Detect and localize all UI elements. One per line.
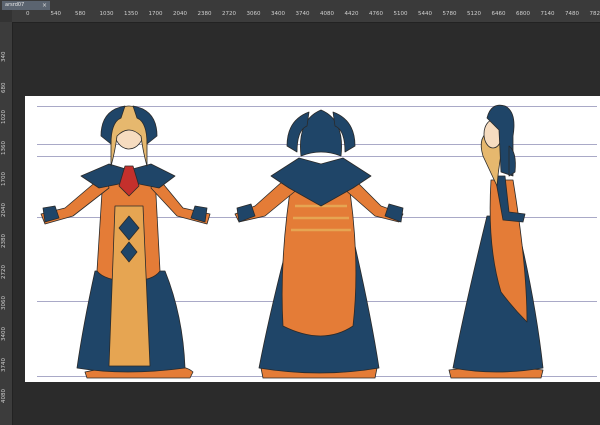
- ruler-tick-label: 2720: [1, 265, 7, 279]
- ruler-tick-label: 340: [1, 51, 7, 63]
- ruler-tick-label: 580: [75, 11, 86, 17]
- ruler-tick-label: 7820: [589, 11, 600, 17]
- ruler-tick-label: 1350: [124, 11, 138, 17]
- vertical-ruler[interactable]: 340 680 1020 1360 1700 2040 2380 2720 3060 3400 37…: [0, 22, 13, 425]
- ruler-tick-label: 6800: [516, 11, 530, 17]
- ruler-tick-label: 1360: [1, 141, 7, 155]
- ruler-tick-label: 3400: [1, 327, 7, 341]
- ruler-tick-label: 6460: [491, 11, 506, 17]
- ruler-tick-label: 7140: [540, 11, 555, 17]
- ruler-tick-label: 4080: [1, 389, 7, 403]
- character-turnaround-artwork: [40, 104, 544, 379]
- ruler-tick-label: 4420: [344, 11, 359, 17]
- close-icon[interactable]: ×: [42, 1, 47, 10]
- ruler-tick-label: 2380: [1, 234, 7, 248]
- ruler-tick-label: 5100: [393, 11, 408, 17]
- ruler-tick-label: 5440: [418, 11, 432, 17]
- ruler-tick-label: 3740: [1, 358, 7, 372]
- ruler-tick-label: 1700: [148, 11, 163, 17]
- document-tab-label: arsrd07: [5, 2, 25, 8]
- ruler-tick-label: 0: [26, 11, 30, 17]
- document-tab[interactable]: arsrd07 ×: [2, 1, 50, 10]
- ruler-tick-label: 2720: [222, 11, 236, 17]
- character-side-view: [448, 104, 544, 379]
- ruler-tick-label: 1030: [99, 11, 114, 17]
- ruler-tick-label: 5780: [442, 11, 457, 17]
- ruler-tick-label: 4760: [369, 11, 383, 17]
- ruler-tick-label: 540: [50, 11, 62, 17]
- character-front-view: [40, 105, 211, 379]
- ruler-tick-label: 5120: [467, 11, 481, 17]
- ruler-corner: [0, 10, 12, 22]
- drawing-canvas[interactable]: [25, 96, 600, 382]
- ruler-tick-label: 7480: [565, 11, 579, 17]
- ruler-tick-label: 4080: [320, 11, 334, 17]
- character-back-view: [234, 109, 404, 379]
- ruler-tick-label: 2380: [197, 11, 212, 17]
- ruler-tick-label: 3060: [246, 11, 261, 17]
- ruler-tick-label: 2040: [173, 11, 187, 17]
- ruler-tick-label: 2040: [1, 203, 7, 217]
- ruler-tick-label: 3740: [295, 11, 310, 17]
- horizontal-ruler[interactable]: 0 540 580 1030 1350 1700 2040 2380 2720 3060 3400 3…: [12, 10, 600, 23]
- document-tab-bar: arsrd07 ×: [0, 0, 600, 10]
- ruler-tick-label: 3400: [271, 11, 285, 17]
- ruler-tick-label: 1700: [1, 172, 7, 186]
- ruler-tick-label: 680: [1, 82, 7, 94]
- ruler-tick-label: 3060: [1, 296, 7, 310]
- ruler-tick-label: 1020: [1, 110, 7, 124]
